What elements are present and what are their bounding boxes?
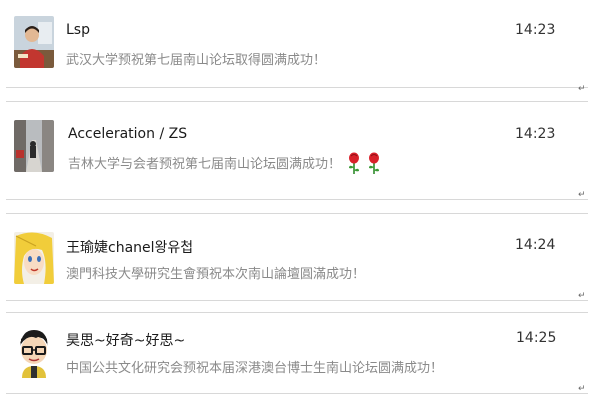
chat-message: 中国公共文化研究会预祝本届深港澳台博士生南山论坛圆满成功！ [66, 361, 444, 376]
separator [6, 101, 588, 102]
chat-message: 吉林大学与会者预祝第七届南山论坛圆满成功！ [68, 152, 381, 178]
avatar-photo-man-at-desk-icon[interactable] [14, 16, 54, 68]
chat-name: Lsp [66, 22, 90, 38]
chat-message: 武汉大学预祝第七届南山论坛取得圆满成功！ [66, 53, 327, 68]
paragraph-mark: ↵ [578, 84, 586, 94]
chat-time: 14:23 [515, 126, 556, 142]
separator [6, 213, 588, 214]
avatar-photo-street-icon[interactable] [14, 120, 54, 172]
paragraph-mark: ↵ [578, 190, 586, 200]
rose-icon [367, 152, 381, 178]
separator [6, 87, 588, 88]
paragraph-mark: ↵ [578, 384, 586, 394]
chat-list: Lsp 14:23 武汉大学预祝第七届南山论坛取得圆满成功！ ↵ Acceler… [0, 0, 600, 400]
avatar-cartoon-boy-glasses-icon[interactable] [14, 326, 54, 378]
chat-time: 14:23 [515, 22, 556, 38]
chat-name: 王瑜婕chanel왕유첩 [66, 240, 194, 256]
separator [6, 312, 588, 313]
chat-name: 昊思~好奇~好思~ [66, 333, 186, 349]
chat-message-text: 吉林大学与会者预祝第七届南山论坛圆满成功！ [68, 157, 342, 172]
chat-time: 14:25 [516, 330, 557, 346]
rose-icon [347, 152, 361, 178]
chat-message: 澳門科技大學研究生會預祝本次南山論壇圓滿成功！ [66, 267, 366, 282]
chat-time: 14:24 [515, 237, 556, 253]
avatar-cartoon-blonde-girl-icon[interactable] [14, 232, 54, 284]
separator [6, 199, 588, 200]
separator [6, 300, 588, 301]
separator [6, 393, 588, 394]
paragraph-mark: ↵ [578, 291, 586, 301]
chat-name: Acceleration / ZS [68, 126, 188, 142]
